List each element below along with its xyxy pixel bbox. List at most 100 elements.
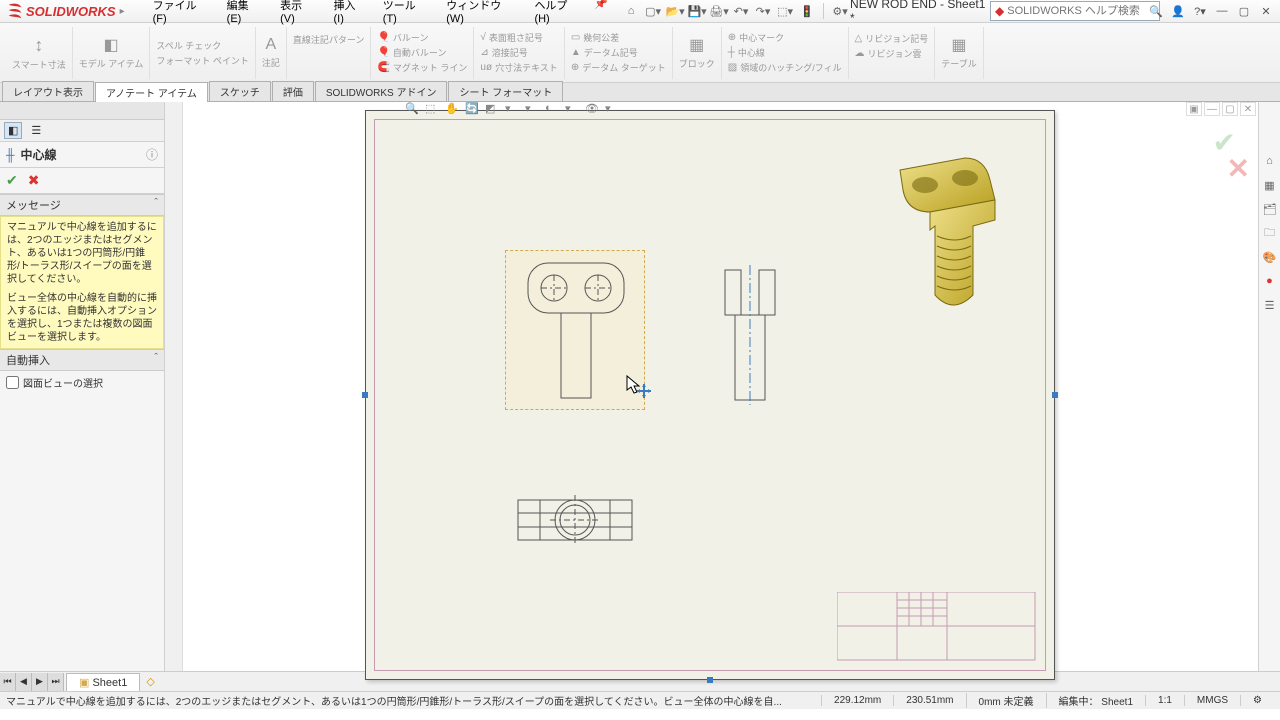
menu-edit[interactable]: 編集(E) (219, 0, 270, 28)
close-button[interactable]: ✕ (1256, 2, 1276, 20)
search-icon[interactable]: 🔍 (1149, 5, 1163, 18)
rbtn-datum-tgt[interactable]: ⊕データム ターゲット (571, 61, 666, 74)
print-icon[interactable]: 🖨▾ (709, 2, 729, 20)
hud-zoom-area-icon: ⬚ (425, 102, 441, 116)
rbtn-geotol[interactable]: ▭幾何公差 (571, 31, 666, 44)
sheet-first-icon[interactable]: ⏮ (0, 673, 16, 691)
auto-insert-checkbox[interactable] (6, 376, 19, 389)
menu-view[interactable]: 表示(V) (272, 0, 323, 28)
select-icon[interactable]: ⬚▾ (775, 2, 795, 20)
tab-addins[interactable]: SOLIDWORKS アドイン (315, 81, 448, 101)
tp-view-palette-icon[interactable]: 🎨 (1261, 248, 1279, 266)
tp-custom-props-icon[interactable]: ☰ (1261, 296, 1279, 314)
status-gear-icon[interactable]: ⚙ (1240, 695, 1274, 706)
sheet-last-icon[interactable]: ⏭ (48, 673, 64, 691)
rbtn-table[interactable]: ▦テーブル (935, 27, 983, 79)
sheet-next-icon[interactable]: ▶ (32, 673, 48, 691)
pm-message-header[interactable]: メッセージˆ (0, 194, 164, 216)
graphics-area[interactable]: 🔍⬚✋🔄◩▾▾◐▾👁▾ ▣ — ▢ ✕ ✔ ✕ (165, 102, 1280, 671)
rbtn-fmt[interactable]: フォーマット ペイント (156, 54, 249, 67)
rbtn-spell[interactable]: スペル チェック (156, 39, 249, 52)
rbtn-note[interactable]: A注記 (256, 27, 287, 79)
qhelp-icon[interactable]: ?▾ (1190, 2, 1210, 20)
open-icon[interactable]: 📂▾ (665, 2, 685, 20)
cancel-button[interactable]: ✖ (28, 172, 40, 189)
rbtn-rev-cloud[interactable]: ☁リビジョン雲 (855, 47, 929, 60)
rbtn-magnet[interactable]: 🧲マグネット ライン (377, 61, 467, 74)
tp-home-icon[interactable]: ⌂ (1261, 152, 1279, 170)
maximize-button[interactable]: ▢ (1234, 2, 1254, 20)
search-input[interactable] (1007, 5, 1149, 17)
rbtn-ctr-line[interactable]: ┼中心線 (728, 46, 842, 59)
drawing-sheet[interactable] (365, 110, 1055, 680)
ok-button[interactable]: ✔ (6, 172, 18, 189)
status-x: 229.12mm (821, 695, 893, 706)
tab-sketch[interactable]: スケッチ (209, 81, 271, 101)
redo-icon[interactable]: ↷▾ (753, 2, 773, 20)
options-icon[interactable]: ⚙▾ (830, 2, 850, 20)
save-icon[interactable]: 💾▾ (687, 2, 707, 20)
rbtn-model-item[interactable]: ◧モデル アイテム (73, 27, 151, 79)
menu-window[interactable]: ウィンドウ(W) (438, 0, 524, 28)
view-hud[interactable]: 🔍⬚✋🔄◩▾▾◐▾👁▾ (405, 102, 621, 116)
menu-help[interactable]: ヘルプ(H) (526, 0, 589, 28)
rebuild-icon[interactable]: 🚦 (797, 2, 817, 20)
drawing-view-top[interactable] (510, 490, 640, 550)
mdi-dock-icon[interactable]: ▣ (1186, 102, 1202, 116)
pm-tab-feature-icon[interactable]: ◧ (4, 122, 22, 139)
hud-hide-icon: 👁 (585, 102, 601, 116)
rbtn-rev-sym[interactable]: △リビジョン記号 (855, 32, 929, 45)
rbtn-balloon[interactable]: 🎈バルーン (377, 31, 467, 44)
titlebar: SOLIDWORKS ▸ ファイル(F) 編集(E) 表示(V) 挿入(I) ツ… (0, 0, 1280, 23)
rbtn-auto-balloon[interactable]: 🎈自動バルーン (377, 46, 467, 59)
tp-file-explorer-icon[interactable]: 🗀 (1261, 224, 1279, 242)
drawing-view-side[interactable] (715, 260, 785, 410)
tab-annotate[interactable]: アノテート アイテム (95, 82, 208, 102)
mdi-max-icon[interactable]: ▢ (1222, 102, 1238, 116)
mdi-min-icon[interactable]: — (1204, 102, 1220, 116)
drawing-view-iso[interactable] (845, 140, 1015, 320)
rbtn-block[interactable]: ▦ブロック (673, 27, 722, 79)
sheet-tab-1[interactable]: ▣ Sheet1 (66, 673, 140, 691)
mdi-close-icon[interactable]: ✕ (1240, 102, 1256, 116)
document-title: NEW ROD END - Sheet1 * (850, 0, 990, 25)
tp-design-lib-icon[interactable]: 🗂 (1261, 200, 1279, 218)
rbtn-smart-dim[interactable]: ↕スマート寸法 (6, 27, 73, 79)
rbtn-lin-note[interactable]: 直線注記パターン (293, 33, 365, 46)
undo-icon[interactable]: ↶▾ (731, 2, 751, 20)
tab-eval[interactable]: 評価 (272, 81, 314, 101)
add-sheet-icon[interactable]: ◇ (140, 673, 160, 690)
status-units[interactable]: MMGS (1184, 695, 1240, 706)
minimize-button[interactable]: — (1212, 2, 1232, 20)
drawing-view-front[interactable] (505, 250, 645, 410)
menu-file[interactable]: ファイル(F) (145, 0, 217, 28)
home-icon[interactable]: ⌂ (621, 2, 641, 20)
confirm-cancel-icon[interactable]: ✕ (1227, 152, 1250, 185)
rbtn-datum[interactable]: ▲データム記号 (571, 46, 666, 59)
collapse-icon[interactable]: ˆ (154, 197, 158, 209)
collapse-icon[interactable]: ˆ (154, 352, 158, 364)
property-manager: ◧ ☰ ╫ 中心線 ⓘ ✔ ✖ メッセージˆ マニュアルで中心線を追加するには、… (0, 102, 165, 671)
status-hint: マニュアルで中心線を追加するには、2つのエッジまたはセグメント、あるいは1つの円… (6, 693, 821, 708)
rbtn-surf[interactable]: √表面粗さ記号 (480, 31, 557, 44)
status-y: 230.51mm (893, 695, 965, 706)
rbtn-weld[interactable]: ⊿溶接記号 (480, 46, 557, 59)
tab-layout[interactable]: レイアウト表示 (2, 81, 94, 101)
help-icon[interactable]: ⓘ (146, 146, 158, 163)
status-scale[interactable]: 1:1 (1145, 695, 1184, 706)
tp-resources-icon[interactable]: ▦ (1261, 176, 1279, 194)
tab-sheetfmt[interactable]: シート フォーマット (448, 81, 563, 101)
rbtn-ctr-mark[interactable]: ⊕中心マーク (728, 31, 842, 44)
sheet-prev-icon[interactable]: ◀ (16, 673, 32, 691)
pin-icon[interactable]: 📌 (591, 0, 611, 12)
help-search[interactable]: ◆ 🔍 (990, 1, 1160, 21)
rbtn-hatch[interactable]: ▨領域のハッチング/フィル (728, 61, 842, 74)
rbtn-hole[interactable]: uø穴寸法テキスト (480, 61, 557, 74)
pm-auto-header[interactable]: 自動挿入ˆ (0, 349, 164, 371)
tp-appearances-icon[interactable]: ● (1261, 272, 1279, 290)
user-icon[interactable]: 👤 (1168, 2, 1188, 20)
pm-tab-property-icon[interactable]: ☰ (28, 123, 44, 138)
menu-insert[interactable]: 挿入(I) (326, 0, 373, 28)
menu-tools[interactable]: ツール(T) (375, 0, 436, 28)
new-icon[interactable]: ▢▾ (643, 2, 663, 20)
